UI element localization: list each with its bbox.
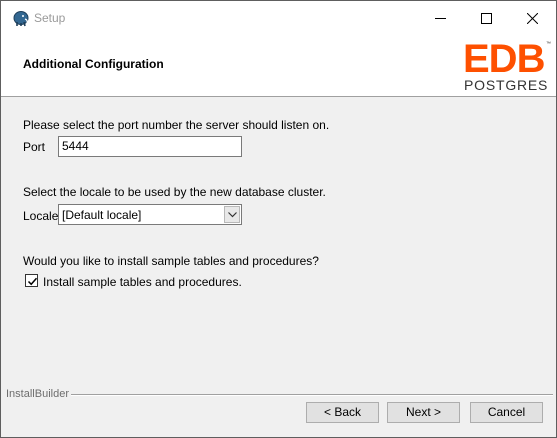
samples-prompt: Would you like to install sample tables …	[23, 254, 319, 268]
title-bar[interactable]: Setup	[1, 1, 556, 35]
maximize-button[interactable]	[464, 1, 510, 35]
install-samples-label[interactable]: Install sample tables and procedures.	[43, 275, 242, 289]
page-title: Additional Configuration	[23, 57, 164, 71]
install-samples-checkbox[interactable]	[25, 274, 38, 287]
locale-dropdown-button[interactable]	[224, 206, 240, 223]
logo-main-text: EDB	[463, 37, 545, 81]
back-button[interactable]: < Back	[306, 402, 379, 423]
edb-postgres-logo: EDB ™ POSTGRES	[463, 39, 551, 93]
checkmark-icon	[27, 277, 38, 286]
logo-sub-text: POSTGRES	[464, 77, 549, 93]
configuration-form: Please select the port number the server…	[1, 98, 556, 398]
locale-select[interactable]: [Default locale]	[58, 204, 242, 225]
locale-selected-value: [Default locale]	[62, 208, 142, 222]
maximize-icon	[481, 13, 492, 24]
logo-trademark: ™	[546, 41, 551, 47]
port-input[interactable]: 5444	[58, 136, 242, 157]
page-header: Additional Configuration EDB ™ POSTGRES	[1, 35, 556, 97]
minimize-button[interactable]	[418, 1, 464, 35]
close-icon	[527, 13, 538, 24]
window-title: Setup	[34, 11, 66, 25]
locale-label: Locale	[23, 209, 59, 223]
minimize-icon	[435, 18, 446, 19]
port-label: Port	[23, 140, 46, 154]
locale-prompt: Select the locale to be used by the new …	[23, 185, 326, 199]
cancel-button[interactable]: Cancel	[470, 402, 543, 423]
next-button[interactable]: Next >	[387, 402, 460, 423]
close-button[interactable]	[510, 1, 556, 35]
chevron-down-icon	[228, 212, 237, 218]
port-prompt: Please select the port number the server…	[23, 118, 330, 132]
installer-brand: InstallBuilder	[6, 388, 69, 400]
setup-window: Setup Additional Configuration EDB ™ POS…	[0, 0, 557, 438]
elephant-icon	[12, 10, 30, 28]
footer-divider	[71, 394, 553, 396]
